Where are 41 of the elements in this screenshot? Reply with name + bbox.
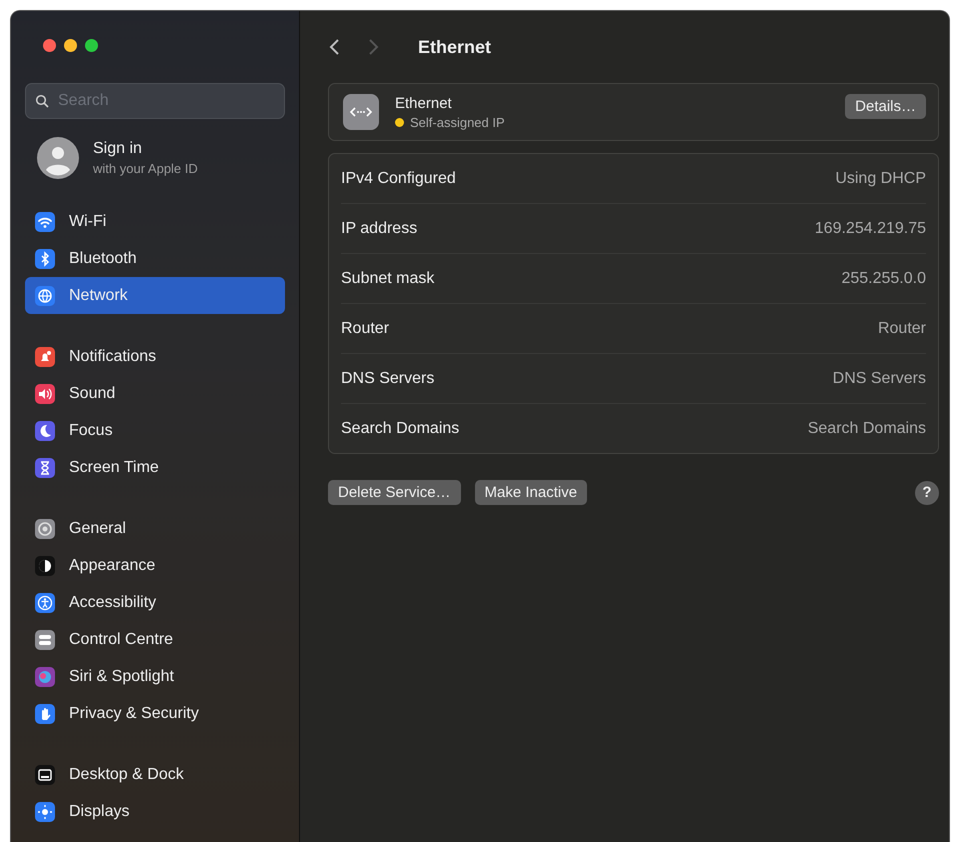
sidebar-item[interactable]: Siri & Spotlight [25, 658, 285, 695]
sidebar-item[interactable]: Appearance [25, 547, 285, 584]
action-button[interactable]: Delete Service… [328, 480, 461, 505]
details-button[interactable]: Details… [845, 94, 926, 119]
row-label: IP address [341, 220, 418, 238]
sidebar-item[interactable]: Focus [25, 412, 285, 449]
row-value: Search Domains [808, 420, 926, 438]
row-value: 255.255.0.0 [841, 270, 926, 288]
sidebar-item[interactable]: Network [25, 277, 285, 314]
sidebar-item[interactable]: Bluetooth [25, 240, 285, 277]
row-value: Router [878, 320, 926, 338]
window-control[interactable] [64, 39, 77, 52]
window-control[interactable] [85, 39, 98, 52]
sidebar-item[interactable]: Privacy & Security [25, 695, 285, 732]
account-subtitle: with your Apple ID [93, 161, 198, 176]
service-name: Ethernet [395, 94, 453, 112]
sidebar-item[interactable]: Accessibility [25, 584, 285, 621]
row-value: Using DHCP [835, 170, 926, 188]
row-label: Search Domains [341, 420, 460, 438]
row-value: 169.254.219.75 [814, 220, 926, 238]
row-label: IPv4 Configured [341, 170, 456, 188]
sidebar-item[interactable]: Screen Time [25, 449, 285, 486]
sidebar-item[interactable]: Wi-Fi [25, 203, 285, 240]
service-status: Self-assigned IP [410, 114, 505, 130]
row-label: DNS Servers [341, 370, 434, 388]
sidebar-item[interactable]: Displays [25, 793, 285, 830]
action-button[interactable]: Make Inactive [474, 480, 588, 505]
ethernet-icon [343, 94, 379, 130]
row-value: DNS Servers [832, 370, 926, 388]
sidebar-item[interactable]: Sound [25, 375, 285, 412]
sidebar-item[interactable]: Notifications [25, 338, 285, 375]
sidebar-item[interactable]: Desktop & Dock [25, 756, 285, 793]
window-control[interactable] [43, 39, 56, 52]
help-button[interactable]: ? [915, 480, 939, 504]
page-title: Ethernet [418, 36, 492, 58]
sidebar-item[interactable]: General [25, 510, 285, 547]
row-label: Subnet mask [341, 270, 434, 288]
sidebar-item[interactable]: Control Centre [25, 621, 285, 658]
row-label: Router [341, 320, 390, 338]
avatar-icon[interactable] [37, 137, 79, 179]
sign-in-link[interactable]: Sign in [93, 140, 198, 158]
